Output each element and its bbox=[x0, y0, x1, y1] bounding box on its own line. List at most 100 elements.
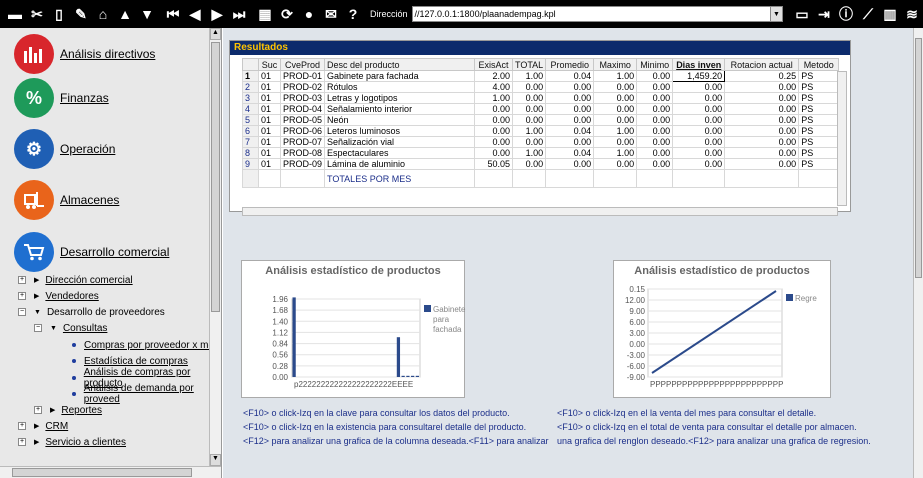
help-icon[interactable]: ? bbox=[342, 3, 364, 25]
table-cell-cve[interactable]: PROD-06 bbox=[279, 125, 326, 137]
module-operacion[interactable]: ⚙ Operación bbox=[14, 129, 115, 169]
table-cell-total[interactable]: 0.00 bbox=[512, 92, 547, 104]
address-input[interactable]: //127.0.0.1:1800/plaanadempag.kpl ▼ bbox=[411, 6, 783, 22]
table-cell-suc[interactable]: 01 bbox=[258, 158, 281, 170]
column-header[interactable]: Metodo bbox=[798, 58, 840, 71]
expand-icon[interactable]: + bbox=[18, 422, 26, 430]
table-cell-max[interactable]: 0.00 bbox=[593, 136, 638, 148]
table-cell-dias[interactable]: 1,459.20 bbox=[672, 70, 726, 82]
table-cell-cve[interactable]: PROD-05 bbox=[279, 114, 326, 126]
table-cell-prom[interactable]: 0.00 bbox=[545, 92, 595, 104]
table-cell-exis[interactable]: 1.00 bbox=[474, 92, 514, 104]
table-cell-max[interactable]: 0.00 bbox=[593, 158, 638, 170]
table-cell-total[interactable]: 1.00 bbox=[512, 147, 547, 159]
table-cell-max[interactable]: 0.00 bbox=[593, 114, 638, 126]
table-cell-cve[interactable]: PROD-07 bbox=[279, 136, 326, 148]
column-header[interactable]: Desc del producto bbox=[324, 58, 476, 71]
table-cell-total[interactable]: 1.00 bbox=[512, 70, 547, 82]
table-cell-desc[interactable]: Neón bbox=[324, 114, 476, 126]
expand-icon[interactable]: + bbox=[18, 276, 26, 284]
column-header[interactable]: Maximo bbox=[593, 58, 638, 71]
info-icon[interactable]: ⓘ bbox=[835, 3, 857, 25]
table-cell-prom[interactable]: 0.04 bbox=[545, 125, 595, 137]
refresh-icon[interactable]: ⟳ bbox=[276, 3, 298, 25]
table-cell-dias[interactable]: 0.00 bbox=[672, 103, 726, 115]
table-row[interactable]: 5 01 PROD-05 Neón 0.00 0.00 0.00 0.00 0.00 0.00 0.… bbox=[242, 114, 840, 126]
user-icon[interactable]: ● bbox=[298, 3, 320, 25]
line-chart[interactable]: 0.15 12.00 9.00 6.00 3.00 0.00 -3.00 -6.00 -9.00… bbox=[614, 261, 832, 399]
table-row[interactable]: 2 01 PROD-02 Rótulos 4.00 0.00 0.00 0.00 0.00 0.0… bbox=[242, 81, 840, 93]
arrow-down-icon[interactable]: ▼ bbox=[136, 3, 158, 25]
bar-chart[interactable]: 1.96 1.68 1.40 1.12 0.84 0.56 0.28 0.00 p2222222… bbox=[242, 261, 466, 399]
table-cell-dias[interactable]: 0.00 bbox=[672, 114, 726, 126]
column-header[interactable]: Rotacion actual bbox=[724, 58, 800, 71]
table-cell-dias[interactable]: 0.00 bbox=[672, 147, 726, 159]
tree-item-servicio-clientes[interactable]: + ▶ Servicio a clientes bbox=[18, 434, 126, 450]
module-desarrollo-comercial[interactable]: Desarrollo comercial bbox=[14, 232, 169, 272]
table-cell-desc[interactable]: Lámina de aluminio bbox=[324, 158, 476, 170]
table-cell-max[interactable]: 1.00 bbox=[593, 70, 638, 82]
stats-icon[interactable]: ≋ bbox=[901, 3, 923, 25]
table-cell-exis[interactable]: 0.00 bbox=[474, 114, 514, 126]
left-horizontal-scrollbar[interactable] bbox=[0, 466, 221, 478]
line-chart-icon[interactable]: ⟋ bbox=[857, 3, 879, 25]
module-analisis-directivos[interactable]: Análisis directivos bbox=[14, 34, 155, 74]
collapse-icon[interactable]: − bbox=[18, 308, 26, 316]
table-cell-total[interactable]: 0.00 bbox=[512, 136, 547, 148]
table-cell-total[interactable]: 0.00 bbox=[512, 81, 547, 93]
grid-horizontal-scrollbar[interactable] bbox=[242, 207, 838, 216]
scroll-thumb[interactable] bbox=[915, 38, 922, 278]
table-cell-cve[interactable]: PROD-08 bbox=[279, 147, 326, 159]
table-cell-dias[interactable]: 0.00 bbox=[672, 158, 726, 170]
table-cell-suc[interactable]: 01 bbox=[258, 70, 281, 82]
column-header[interactable]: Dias inven bbox=[672, 58, 726, 71]
table-cell-dias[interactable]: 0.00 bbox=[672, 81, 726, 93]
left-vertical-scrollbar[interactable]: ▲ ▼ bbox=[209, 28, 221, 466]
collapse-icon[interactable]: − bbox=[34, 324, 42, 332]
table-cell-suc[interactable]: 01 bbox=[258, 114, 281, 126]
table-cell-suc[interactable]: 01 bbox=[258, 103, 281, 115]
first-record-icon[interactable]: ⏮ bbox=[162, 3, 184, 25]
arrow-up-icon[interactable]: ▲ bbox=[114, 3, 136, 25]
tree-item-consultas[interactable]: − ▼ Consultas bbox=[34, 320, 107, 336]
table-row[interactable]: 1 01 PROD-01 Gabinete para fachada 2.00 1.00 0… bbox=[242, 70, 840, 82]
table-cell-suc[interactable]: 01 bbox=[258, 81, 281, 93]
expand-icon[interactable]: + bbox=[18, 438, 26, 446]
table-cell-dias[interactable]: 0.00 bbox=[672, 125, 726, 137]
table-cell-prom[interactable]: 0.00 bbox=[545, 158, 595, 170]
table-cell-max[interactable]: 1.00 bbox=[593, 125, 638, 137]
next-record-icon[interactable]: ▶ bbox=[206, 3, 228, 25]
column-header[interactable]: ExisAct bbox=[474, 58, 514, 71]
column-header[interactable]: CveProd bbox=[279, 58, 326, 71]
chat-icon[interactable]: ✉ bbox=[320, 3, 342, 25]
tree-item-compras-proveedor[interactable]: Compras por proveedor x mes bbox=[72, 337, 219, 353]
table-cell-exis[interactable]: 0.00 bbox=[474, 125, 514, 137]
table-cell-exis[interactable]: 4.00 bbox=[474, 81, 514, 93]
tree-item-reportes[interactable]: + ▶ Reportes bbox=[34, 402, 102, 418]
table-cell-prom[interactable]: 0.00 bbox=[545, 136, 595, 148]
table-cell-cve[interactable]: PROD-09 bbox=[279, 158, 326, 170]
table-cell-prom[interactable]: 0.00 bbox=[545, 81, 595, 93]
table-cell-desc[interactable]: Letras y logotipos bbox=[324, 92, 476, 104]
table-cell-suc[interactable]: 01 bbox=[258, 136, 281, 148]
column-header[interactable]: Minimo bbox=[636, 58, 674, 71]
table-cell-cve[interactable]: PROD-01 bbox=[279, 70, 326, 82]
calculator-icon[interactable]: ▦ bbox=[254, 3, 276, 25]
table-cell-dias[interactable]: 0.00 bbox=[672, 92, 726, 104]
column-header[interactable]: TOTAL bbox=[512, 58, 547, 71]
column-header[interactable]: Promedio bbox=[545, 58, 595, 71]
table-cell-total[interactable]: 0.00 bbox=[512, 158, 547, 170]
module-almacenes[interactable]: Almacenes bbox=[14, 180, 119, 220]
last-record-icon[interactable]: ⏭ bbox=[228, 3, 250, 25]
table-cell-exis[interactable]: 0.00 bbox=[474, 136, 514, 148]
table-cell-min[interactable]: 0.00 bbox=[636, 125, 674, 137]
table-cell-total[interactable]: 0.00 bbox=[512, 103, 547, 115]
edit-icon[interactable]: ✎ bbox=[70, 3, 92, 25]
table-cell-min[interactable]: 0.00 bbox=[636, 103, 674, 115]
scissors-icon[interactable]: ✂ bbox=[26, 3, 48, 25]
table-cell-dias[interactable]: 0.00 bbox=[672, 136, 726, 148]
table-cell-desc[interactable]: Gabinete para fachada bbox=[324, 70, 476, 82]
column-header[interactable]: Suc bbox=[258, 58, 281, 71]
table-row[interactable]: 9 01 PROD-09 Lámina de aluminio 50.05 0.00 0.0… bbox=[242, 158, 840, 170]
table-cell-suc[interactable]: 01 bbox=[258, 125, 281, 137]
